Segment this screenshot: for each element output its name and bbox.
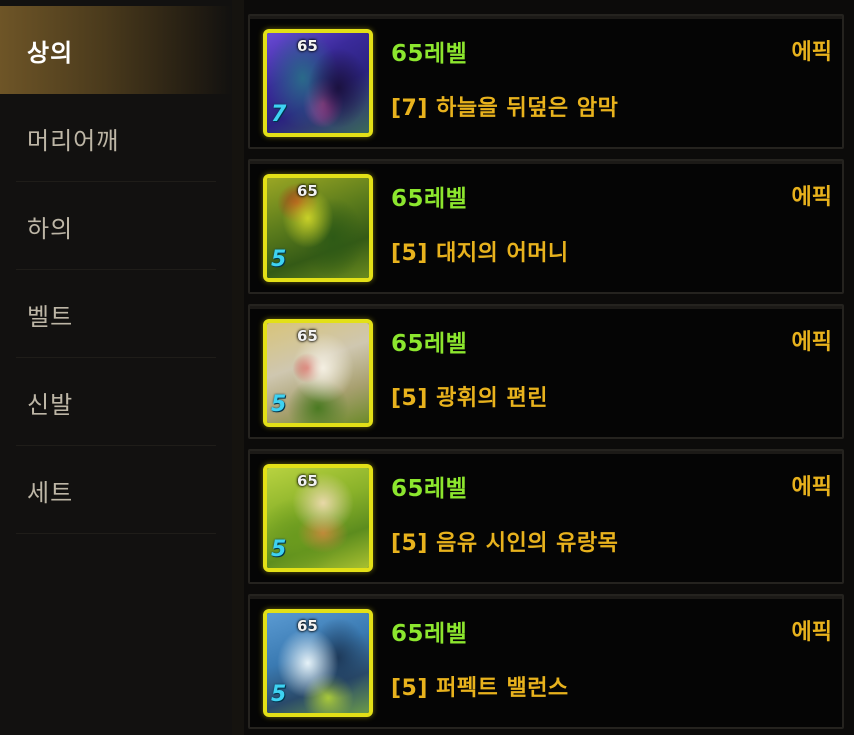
item-level-text: 65레벨 <box>391 186 468 212</box>
item-name: [5] 퍼펙트 밸런스 <box>391 676 569 701</box>
item-grade: 에픽 <box>791 475 832 500</box>
item-icon-frame: 65 7 <box>263 29 373 137</box>
item-level-text: 65레벨 <box>391 621 468 647</box>
item-level-label: 65 <box>297 472 318 490</box>
item-level-text: 65레벨 <box>391 41 468 67</box>
equipment-card[interactable]: 65 5 65레벨 에픽 [5] 퍼펙트 밸런스 <box>248 594 844 729</box>
item-name: [5] 음유 시인의 유랑목 <box>391 531 619 556</box>
equipment-list: 65 7 65레벨 에픽 [7] 하늘을 뒤덮은 암막 65 5 65레벨 에픽… <box>244 0 854 735</box>
item-level-text: 65레벨 <box>391 476 468 502</box>
sidebar-item-top[interactable]: 상의 <box>0 6 232 94</box>
equipment-card[interactable]: 65 7 65레벨 에픽 [7] 하늘을 뒤덮은 암막 <box>248 14 844 149</box>
sidebar-item-label: 상의 <box>27 38 74 67</box>
item-icon-frame: 65 5 <box>263 464 373 572</box>
item-grade: 에픽 <box>791 330 832 355</box>
item-level-text: 65레벨 <box>391 331 468 357</box>
sidebar-item-shoulder[interactable]: 머리어깨 <box>0 94 232 182</box>
sidebar-item-label: 벨트 <box>27 302 74 331</box>
equipment-card[interactable]: 65 5 65레벨 에픽 [5] 음유 시인의 유랑목 <box>248 449 844 584</box>
item-name: [5] 광휘의 편린 <box>391 386 548 411</box>
sidebar-item-set[interactable]: 세트 <box>0 446 232 534</box>
item-grade: 에픽 <box>791 185 832 210</box>
upgrade-badge: 5 <box>271 247 287 272</box>
sidebar-item-label: 머리어깨 <box>27 126 120 155</box>
sidebar-item-label: 신발 <box>27 390 74 419</box>
sidebar-item-bottom[interactable]: 하의 <box>0 182 232 270</box>
upgrade-badge: 7 <box>271 102 287 127</box>
item-level-label: 65 <box>297 617 318 635</box>
sidebar-item-belt[interactable]: 벨트 <box>0 270 232 358</box>
item-level-label: 65 <box>297 182 318 200</box>
item-icon-frame: 65 5 <box>263 174 373 282</box>
item-icon-frame: 65 5 <box>263 609 373 717</box>
upgrade-badge: 5 <box>271 682 287 707</box>
item-name: [5] 대지의 어머니 <box>391 241 569 266</box>
sidebar-item-shoes[interactable]: 신발 <box>0 358 232 446</box>
equipment-card[interactable]: 65 5 65레벨 에픽 [5] 대지의 어머니 <box>248 159 844 294</box>
item-icon-frame: 65 5 <box>263 319 373 427</box>
item-grade: 에픽 <box>791 40 832 65</box>
upgrade-badge: 5 <box>271 392 287 417</box>
sidebar-item-label: 하의 <box>27 214 74 243</box>
sidebar-item-label: 세트 <box>27 478 74 507</box>
category-sidebar: 상의 머리어깨 하의 벨트 신발 세트 <box>0 0 232 735</box>
equipment-card[interactable]: 65 5 65레벨 에픽 [5] 광휘의 편린 <box>248 304 844 439</box>
item-name: [7] 하늘을 뒤덮은 암막 <box>391 96 619 121</box>
item-grade: 에픽 <box>791 620 832 645</box>
item-level-label: 65 <box>297 37 318 55</box>
upgrade-badge: 5 <box>271 537 287 562</box>
item-level-label: 65 <box>297 327 318 345</box>
